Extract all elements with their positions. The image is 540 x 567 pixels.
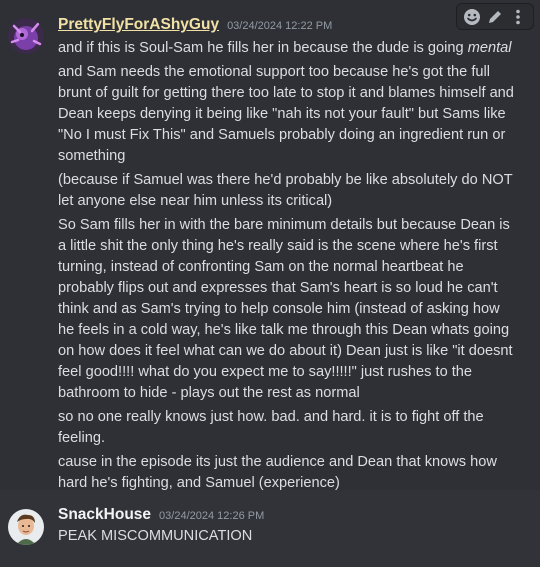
timestamp: 03/24/2024 12:26 PM [159, 510, 265, 522]
message-header: SnackHouse 03/24/2024 12:26 PM [58, 506, 264, 524]
cartoon-man-avatar-icon [8, 509, 44, 545]
message-line: cause in the episode its just the audien… [58, 454, 497, 491]
more-icon[interactable] [508, 7, 528, 27]
message-line: PEAK MISCOMMUNICATION [58, 528, 253, 544]
message-line: and Sam needs the emotional support too … [58, 64, 514, 164]
timestamp: 03/24/2024 12:22 PM [227, 20, 333, 32]
message-line: So Sam fills her in with the bare minimu… [58, 217, 513, 401]
message-line: (because if Samuel was there he'd probab… [58, 172, 513, 209]
emoji-icon[interactable] [462, 7, 482, 27]
purple-creature-avatar-icon [8, 18, 44, 54]
emphasis-text: mental [467, 40, 512, 56]
message-line: so no one really knows just how. bad. an… [58, 409, 484, 446]
message-content: and if this is Soul-Sam he fills her in … [58, 38, 518, 497]
avatar[interactable] [8, 18, 44, 54]
edit-icon[interactable] [485, 7, 505, 27]
message-group: PrettyFlyForAShyGuy 03/24/2024 12:22 PM … [0, 0, 540, 491]
message-toolbar [456, 3, 534, 30]
username[interactable]: SnackHouse [58, 506, 151, 524]
username[interactable]: PrettyFlyForAShyGuy [58, 16, 219, 34]
message-header: PrettyFlyForAShyGuy 03/24/2024 12:22 PM [58, 16, 332, 34]
avatar[interactable] [8, 509, 44, 545]
message-content: PEAK MISCOMMUNICATION [58, 526, 518, 550]
message-line: and if this is Soul-Sam he fills her in … [58, 40, 512, 56]
